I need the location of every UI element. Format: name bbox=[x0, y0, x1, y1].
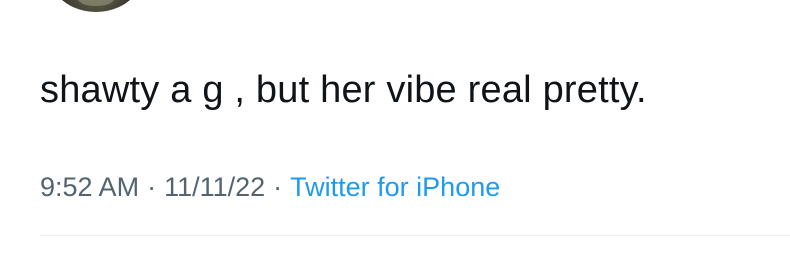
tweet-time[interactable]: 9:52 AM bbox=[40, 172, 139, 202]
meta-separator: · bbox=[147, 172, 157, 202]
tweet-source-link[interactable]: Twitter for iPhone bbox=[290, 172, 500, 202]
tweet-metadata: 9:52 AM · 11/11/22 · Twitter for iPhone bbox=[40, 170, 500, 204]
divider bbox=[40, 235, 790, 236]
meta-separator: · bbox=[273, 172, 283, 202]
avatar[interactable] bbox=[50, 0, 142, 12]
tweet-date[interactable]: 11/11/22 bbox=[164, 172, 265, 202]
tweet-text: shawty a g , but her vibe real pretty. bbox=[40, 69, 647, 111]
